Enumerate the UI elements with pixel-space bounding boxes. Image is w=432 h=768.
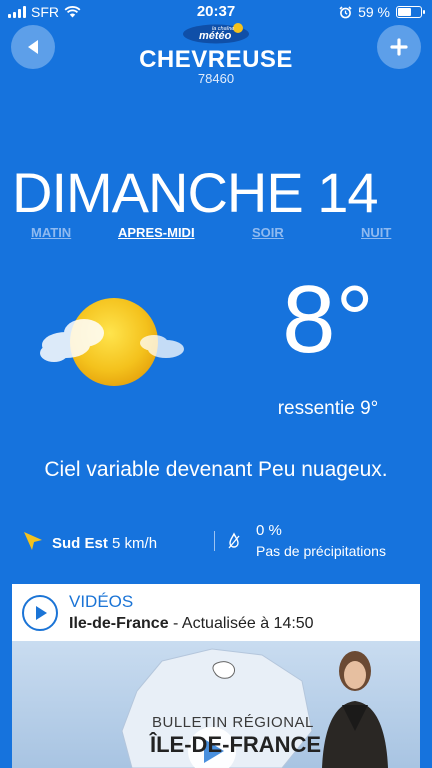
alarm-icon [339,5,352,18]
thumb-bulletin: BULLETIN RÉGIONAL [152,714,314,731]
rain-probability: 0 % [256,522,282,539]
status-bar: SFR 20:37 59 % [0,0,432,24]
video-updated: - Actualisée à 14:50 [168,615,314,632]
status-right: 59 % [339,4,425,20]
play-circle-icon[interactable] [21,594,59,632]
divider [214,531,215,551]
thumb-region: ÎLE-DE-FRANCE [150,732,322,757]
video-subtitle: Ile-de-France - Actualisée à 14:50 [69,615,314,633]
video-region: Ile-de-France [69,615,169,632]
sun-cloud-icon [40,298,184,386]
umbrella-drop-icon [228,532,240,549]
temperature: 8° [282,266,374,373]
tab-nuit[interactable]: NUIT [361,225,391,240]
video-card[interactable]: VIDÉOS Ile-de-France - Actualisée à 14:5… [12,584,420,768]
wind-direction-icon [24,532,42,550]
wind-direction: Sud Est [52,535,108,552]
wind-speed: 5 km/h [112,535,158,552]
tab-apres-midi[interactable]: APRES-MIDI [118,225,195,240]
postal-code: 78460 [197,71,235,86]
la-chaine-meteo-logo: la chaîne météo [183,23,249,44]
weather-summary: Ciel variable devenant Peu nuageux. [44,458,388,481]
logo-text-main: météo [199,30,232,42]
tab-matin[interactable]: MATIN [31,225,71,240]
battery-percent: 59 % [358,4,390,20]
battery-icon [396,6,425,18]
rain-text: Pas de précipitations [256,543,386,559]
day-title: DIMANCHE 14 [12,161,379,224]
city-name: CHEVREUSE [139,46,293,73]
tab-soir[interactable]: SOIR [252,225,284,240]
feels-like: ressentie 9° [277,398,379,419]
videos-title: VIDÉOS [69,592,134,611]
wind-info: Sud Est 5 km/h [52,535,157,552]
